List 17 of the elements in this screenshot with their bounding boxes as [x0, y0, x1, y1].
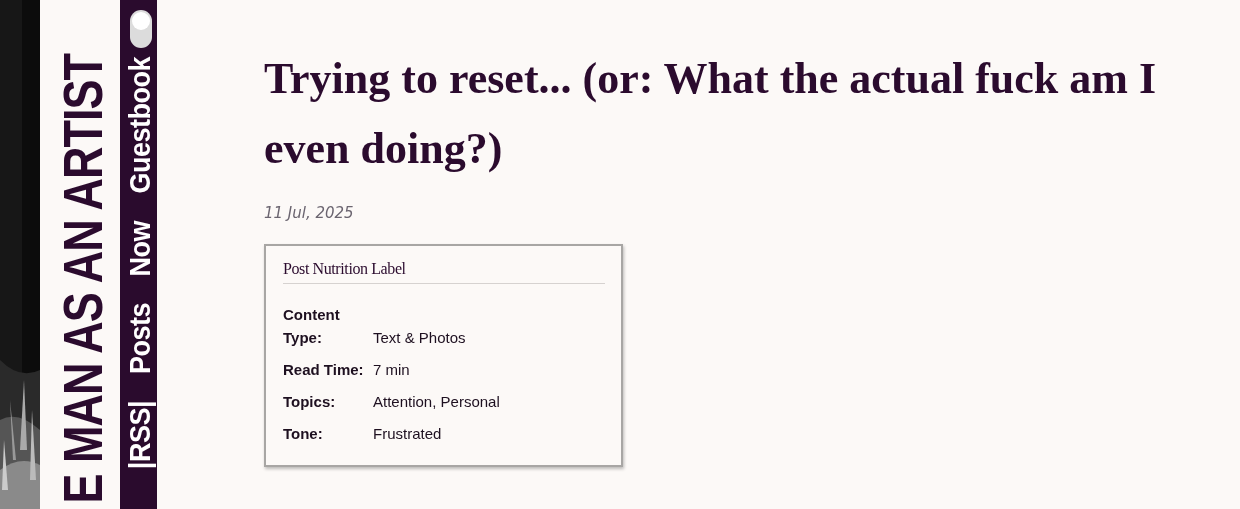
label-name: Read Time:: [283, 360, 365, 380]
theme-toggle[interactable]: [130, 10, 152, 48]
nav-link[interactable]: Now: [124, 220, 156, 276]
nav-link[interactable]: Guestbook: [124, 57, 156, 194]
label-name: Tone:: [283, 424, 324, 444]
card-heading: Post Nutrition Label: [283, 260, 605, 284]
nav-link[interactable]: Posts: [124, 303, 156, 375]
label-value: Text & Photos: [373, 328, 467, 348]
nav-link[interactable]: |RSS|: [124, 401, 156, 470]
label-name: Content Type:: [283, 305, 341, 348]
label-value: Frustrated: [373, 424, 443, 444]
post-date: 11 Jul, 2025: [264, 204, 355, 222]
site-title[interactable]: E MAN AS AN ARTIST: [58, 53, 108, 503]
label-value: 7 min: [373, 360, 411, 380]
label-value: Attention, Personal: [373, 392, 500, 412]
post-title: Trying to reset... (or: What the actual fuck am I even doing?): [264, 53, 1158, 175]
label-name: Topics:: [283, 392, 337, 412]
